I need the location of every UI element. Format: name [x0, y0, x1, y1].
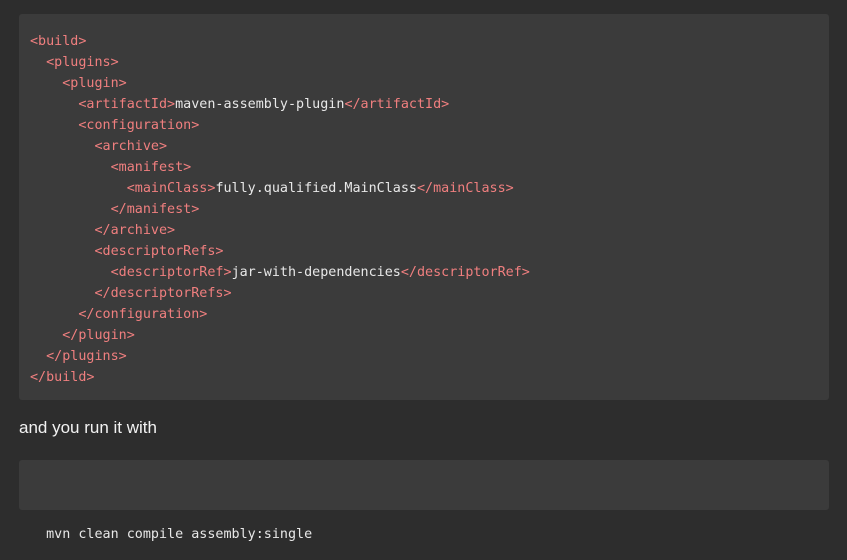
- code-line: <mainClass>fully.qualified.MainClass</ma…: [30, 178, 829, 199]
- xml-tag: </manifest>: [110, 202, 200, 217]
- xml-tag: <artifactId>: [78, 97, 176, 112]
- code-line: </configuration>: [30, 304, 829, 325]
- xml-tag: </archive>: [94, 223, 176, 238]
- command-text: mvn clean compile assembly:single: [46, 527, 313, 542]
- xml-text: jar-with-dependencies: [231, 265, 401, 280]
- code-line: </manifest>: [30, 199, 829, 220]
- code-line: </build>: [30, 367, 829, 388]
- code-line: <plugin>: [30, 73, 829, 94]
- xml-tag: <descriptorRefs>: [94, 244, 224, 259]
- code-line: <configuration>: [30, 115, 829, 136]
- code-line: </archive>: [30, 220, 829, 241]
- xml-tag: <plugin>: [62, 76, 127, 91]
- xml-tag: <mainClass>: [126, 181, 216, 196]
- body-text: and you run it with: [19, 418, 157, 437]
- xml-text: maven-assembly-plugin: [175, 97, 345, 112]
- xml-tag: </plugins>: [46, 349, 127, 364]
- code-line: </plugin>: [30, 325, 829, 346]
- xml-tag: </configuration>: [78, 307, 208, 322]
- command-code-block: mvn clean compile assembly:single: [19, 460, 829, 542]
- code-line: <archive>: [30, 136, 829, 157]
- code-line: <manifest>: [30, 157, 829, 178]
- code-line: <descriptorRef>jar-with-dependencies</de…: [30, 262, 829, 283]
- code-line: <build>: [30, 31, 829, 52]
- code-line: <descriptorRefs>: [30, 241, 829, 262]
- xml-tag: </plugin>: [62, 328, 135, 343]
- xml-text: fully.qualified.MainClass: [215, 181, 417, 196]
- xml-tag: <build>: [30, 34, 87, 49]
- code-line: </descriptorRefs>: [30, 283, 829, 304]
- code-line: </plugins>: [30, 346, 829, 367]
- code-line: <artifactId>maven-assembly-plugin</artif…: [30, 94, 829, 115]
- code-line: <plugins>: [30, 52, 829, 73]
- xml-tag: <configuration>: [78, 118, 200, 133]
- xml-tag: </descriptorRef>: [400, 265, 530, 280]
- xml-tag: <manifest>: [110, 160, 192, 175]
- xml-tag: </artifactId>: [344, 97, 450, 112]
- xml-tag: <archive>: [94, 139, 168, 154]
- xml-tag: </descriptorRefs>: [94, 286, 232, 301]
- xml-tag: </mainClass>: [416, 181, 514, 196]
- xml-code-block: <build> <plugins> <plugin> <artifactId>m…: [19, 14, 829, 400]
- xml-tag: <plugins>: [46, 55, 119, 70]
- xml-tag: <descriptorRef>: [110, 265, 232, 280]
- xml-tag: </build>: [30, 370, 95, 385]
